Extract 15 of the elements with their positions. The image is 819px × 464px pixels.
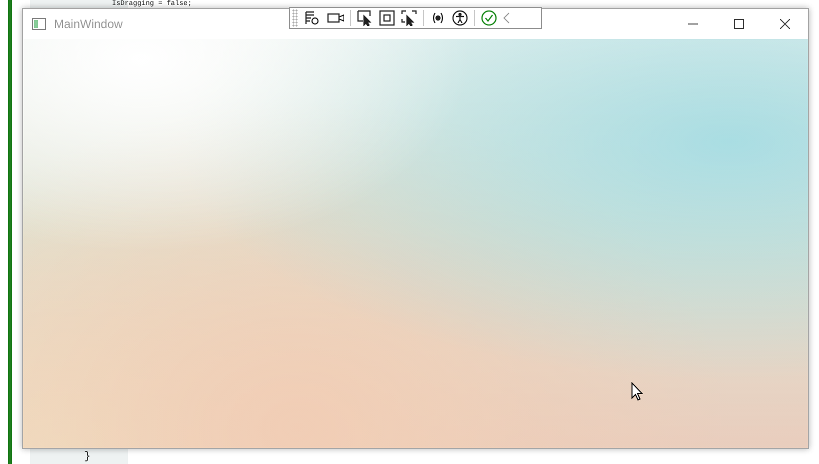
select-element-icon[interactable] (357, 10, 373, 26)
maximize-icon (734, 19, 744, 29)
accessibility-icon[interactable] (452, 10, 468, 26)
mouse-cursor-icon (631, 382, 643, 401)
close-icon (780, 19, 790, 29)
window-title: MainWindow (54, 16, 123, 33)
toolbar-grip[interactable] (292, 9, 298, 27)
cursor-in-frame-icon[interactable] (401, 10, 417, 26)
square-frame-icon[interactable] (379, 10, 395, 26)
binding-icon[interactable] (430, 10, 446, 26)
collapse-chevron-icon[interactable] (503, 12, 511, 24)
checkmark-circle-icon[interactable] (481, 10, 497, 26)
live-tree-icon[interactable] (304, 10, 320, 26)
app-icon (32, 18, 46, 30)
code-line: } (84, 451, 91, 464)
